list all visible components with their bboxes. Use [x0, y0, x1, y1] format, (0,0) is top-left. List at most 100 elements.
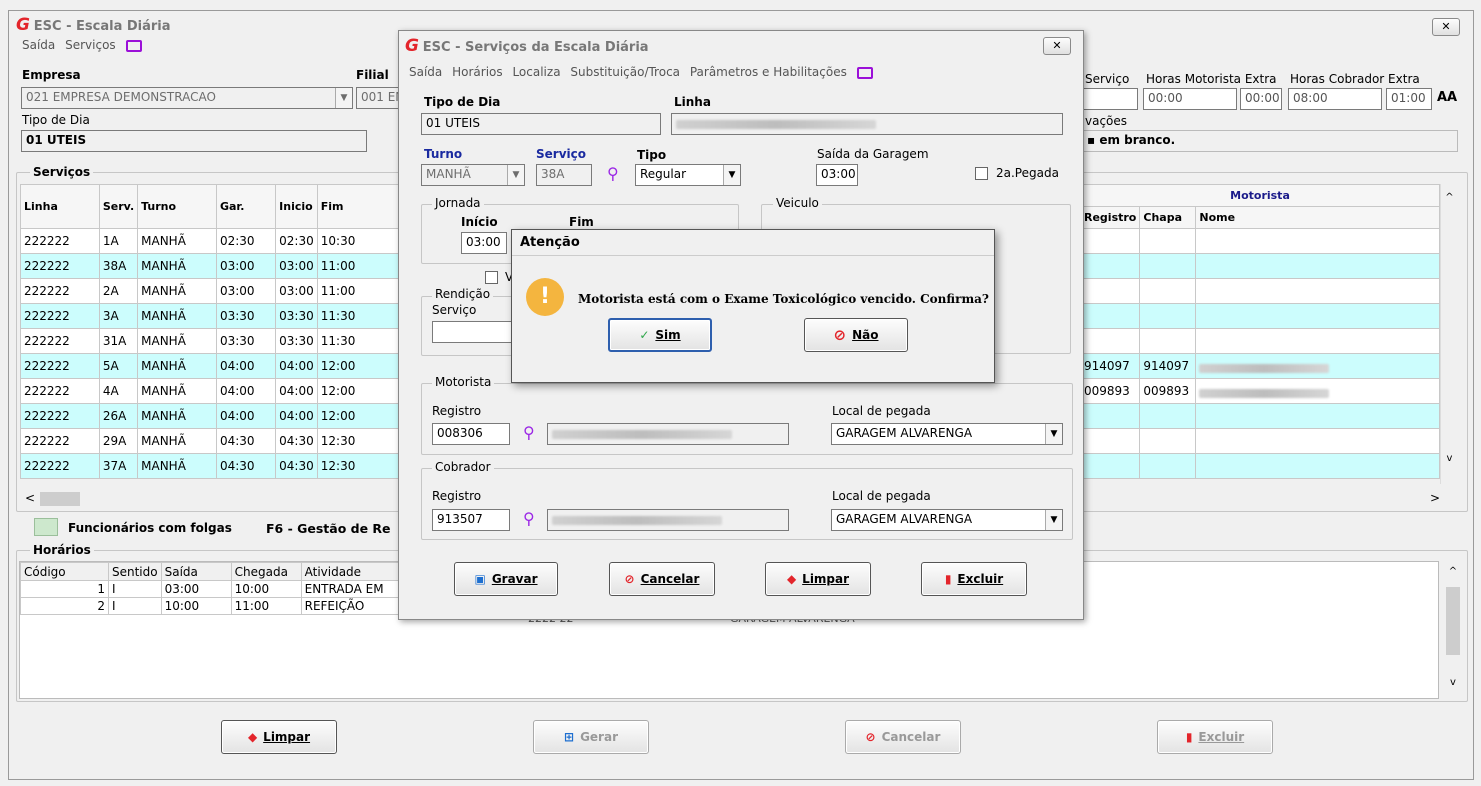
dialog-close-button[interactable]: ✕ [1043, 37, 1071, 55]
v-checkbox[interactable] [485, 271, 498, 284]
cell-chapa[interactable]: 914097 [1139, 353, 1197, 379]
cell-fim[interactable]: 12:00 [316, 378, 401, 404]
cell-chapa[interactable] [1139, 253, 1197, 279]
dmenu-substituicao[interactable]: Substituição/Troca [570, 65, 680, 79]
gerar-button[interactable]: ⊞ Gerar [533, 720, 649, 754]
d-excluir-button[interactable]: ▮ Excluir [921, 562, 1027, 596]
d-turno-combo[interactable]: MANHÃ ▼ [421, 164, 525, 186]
cell-nome[interactable] [1195, 303, 1440, 329]
d-tipo-dia-field[interactable]: 01 UTEIS [421, 113, 661, 135]
cell-registro[interactable] [1079, 328, 1141, 354]
col-sentido[interactable]: Sentido [108, 562, 162, 581]
d-limpar-button[interactable]: ◆ Limpar [765, 562, 871, 596]
chevron-up-icon[interactable]: ^ [1444, 566, 1462, 577]
cell-linha[interactable]: 222222 [20, 228, 100, 254]
cell-linha[interactable]: 222222 [20, 328, 100, 354]
limpar-button[interactable]: ◆ Limpar [221, 720, 337, 754]
empresa-combo[interactable]: 021 EMPRESA DEMONSTRACAO ▼ [21, 87, 353, 109]
cell-gar[interactable]: 03:30 [215, 328, 277, 354]
col-turno[interactable]: Turno [137, 184, 217, 229]
scroll-thumb[interactable] [1446, 587, 1460, 655]
table-row[interactable]: 222222 29A MANHÃ 04:30 04:30 12:30 [20, 428, 401, 454]
col-registro[interactable]: Registro [1079, 206, 1141, 229]
cell-turno[interactable]: MANHÃ [137, 378, 217, 404]
cell-turno[interactable]: MANHÃ [137, 278, 217, 304]
cancelar-main-button[interactable]: ⊘ Cancelar [845, 720, 961, 754]
cell-atividade[interactable]: ENTRADA EM [300, 580, 402, 598]
cell-saida[interactable]: 03:00 [160, 580, 232, 598]
font-size-icon[interactable]: AA [1437, 90, 1457, 105]
chevron-down-icon[interactable]: ▼ [1045, 424, 1062, 444]
cell-chapa[interactable] [1139, 428, 1197, 454]
cell-gar[interactable]: 04:00 [215, 378, 277, 404]
main-close-button[interactable]: ✕ [1432, 18, 1460, 36]
cell-fim[interactable]: 12:30 [316, 453, 401, 479]
cell-fim[interactable]: 10:30 [316, 228, 401, 254]
cell-nome[interactable] [1195, 428, 1440, 454]
cell-turno[interactable]: MANHÃ [137, 353, 217, 379]
cell-registro[interactable]: 009893 [1079, 378, 1141, 404]
cell-inicio[interactable]: 03:30 [275, 328, 318, 354]
cell-inicio[interactable]: 04:30 [275, 453, 318, 479]
cell-serv[interactable]: 37A [98, 453, 139, 479]
cell-inicio[interactable]: 04:00 [275, 353, 318, 379]
cell-linha[interactable]: 222222 [20, 353, 100, 379]
cell-turno[interactable]: MANHÃ [137, 403, 217, 429]
table-row[interactable]: 222222 37A MANHÃ 04:30 04:30 12:30 [20, 453, 401, 479]
cell-linha[interactable]: 222222 [20, 453, 100, 479]
cell-gar[interactable]: 03:00 [215, 253, 277, 279]
cell-nome[interactable] [1195, 228, 1440, 254]
cell-linha[interactable]: 222222 [20, 253, 100, 279]
cell-fim[interactable]: 11:30 [316, 328, 401, 354]
cell-gar[interactable]: 04:00 [215, 353, 277, 379]
inicio-field[interactable]: 03:00 [461, 232, 507, 254]
table-row[interactable] [1079, 303, 1440, 329]
horas-cobrador-extra-field[interactable]: 01:00 [1386, 88, 1432, 110]
monitor-icon[interactable] [125, 39, 142, 52]
cell-nome[interactable] [1195, 328, 1440, 354]
col-saida[interactable]: Saída [160, 562, 232, 581]
horario-row[interactable]: 1 I 03:00 10:00 ENTRADA EM [20, 580, 402, 598]
table-row[interactable] [1079, 278, 1440, 304]
chevron-up-icon[interactable]: ^ [1441, 192, 1458, 203]
cell-turno[interactable]: MANHÃ [137, 303, 217, 329]
menu-saida[interactable]: Saída [22, 38, 55, 52]
table-row[interactable]: 222222 5A MANHÃ 04:00 04:00 12:00 [20, 353, 401, 379]
filial-combo[interactable]: 001 EM [356, 87, 400, 109]
col-nome[interactable]: Nome [1195, 206, 1440, 229]
cell-gar[interactable]: 02:30 [215, 228, 277, 254]
cell-chapa[interactable] [1139, 228, 1197, 254]
scroll-thumb[interactable] [40, 492, 80, 506]
col-atividade[interactable]: Atividade [300, 562, 402, 581]
cell-inicio[interactable]: 03:00 [275, 278, 318, 304]
table-row[interactable]: 222222 38A MANHÃ 03:00 03:00 11:00 [20, 253, 401, 279]
servico-field[interactable] [1082, 88, 1138, 110]
horarios-scrollbar[interactable]: ^ v [1444, 562, 1462, 698]
cell-fim[interactable]: 11:00 [316, 278, 401, 304]
table-row[interactable]: 222222 26A MANHÃ 04:00 04:00 12:00 [20, 403, 401, 429]
d-linha-field[interactable] [671, 113, 1063, 135]
cell-chapa[interactable] [1139, 403, 1197, 429]
cell-chapa[interactable]: 009893 [1139, 378, 1197, 404]
cell-registro[interactable] [1079, 278, 1141, 304]
cell-fim[interactable]: 12:00 [316, 353, 401, 379]
cell-registro[interactable] [1079, 303, 1141, 329]
cell-linha[interactable]: 222222 [20, 428, 100, 454]
horas-motorista-field[interactable]: 00:00 [1143, 88, 1237, 110]
observacoes-field[interactable]: ▪ em branco. [1082, 130, 1458, 152]
chevron-down-icon[interactable]: ▼ [723, 165, 740, 185]
cell-turno[interactable]: MANHÃ [137, 428, 217, 454]
cell-gar[interactable]: 04:30 [215, 453, 277, 479]
cell-nome[interactable] [1195, 353, 1440, 379]
cell-chapa[interactable] [1139, 278, 1197, 304]
table-row[interactable]: 914097 914097 [1079, 353, 1440, 379]
chevron-left-icon[interactable]: < [25, 491, 35, 505]
cell-saida[interactable]: 10:00 [160, 597, 232, 615]
search-icon[interactable]: ⚲ [607, 164, 619, 183]
d-servico-field[interactable]: 38A [536, 164, 592, 186]
chevron-down-icon[interactable]: v [1444, 677, 1462, 688]
table-row[interactable] [1079, 328, 1440, 354]
col-gar[interactable]: Gar. [215, 184, 277, 229]
table-row[interactable]: 222222 4A MANHÃ 04:00 04:00 12:00 [20, 378, 401, 404]
cell-fim[interactable]: 12:30 [316, 428, 401, 454]
